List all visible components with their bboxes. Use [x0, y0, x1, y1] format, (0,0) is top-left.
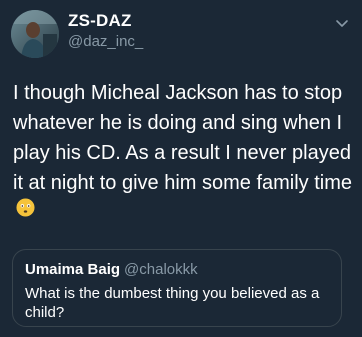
- quoted-tweet[interactable]: Umaima Baig @chalokkk What is the dumbest…: [12, 249, 342, 327]
- avatar[interactable]: [11, 10, 59, 58]
- quoted-user-handle[interactable]: @chalokkk: [124, 261, 198, 278]
- flushed-face-emoji: [16, 198, 35, 217]
- quoted-display-name[interactable]: Umaima Baig: [25, 261, 120, 278]
- quoted-tweet-text: What is the dumbest thing you believed a…: [25, 285, 320, 321]
- chevron-down-icon[interactable]: [334, 15, 350, 31]
- tweet-text: I though Micheal Jackson has to stop wha…: [13, 82, 353, 194]
- display-name[interactable]: ZS-DAZ: [68, 11, 132, 31]
- tweet-card: ZS-DAZ @daz_inc_ I though Micheal Jackso…: [0, 0, 362, 337]
- user-handle[interactable]: @daz_inc_: [68, 33, 143, 50]
- quoted-tweet-header: Umaima Baig @chalokkk: [25, 261, 198, 278]
